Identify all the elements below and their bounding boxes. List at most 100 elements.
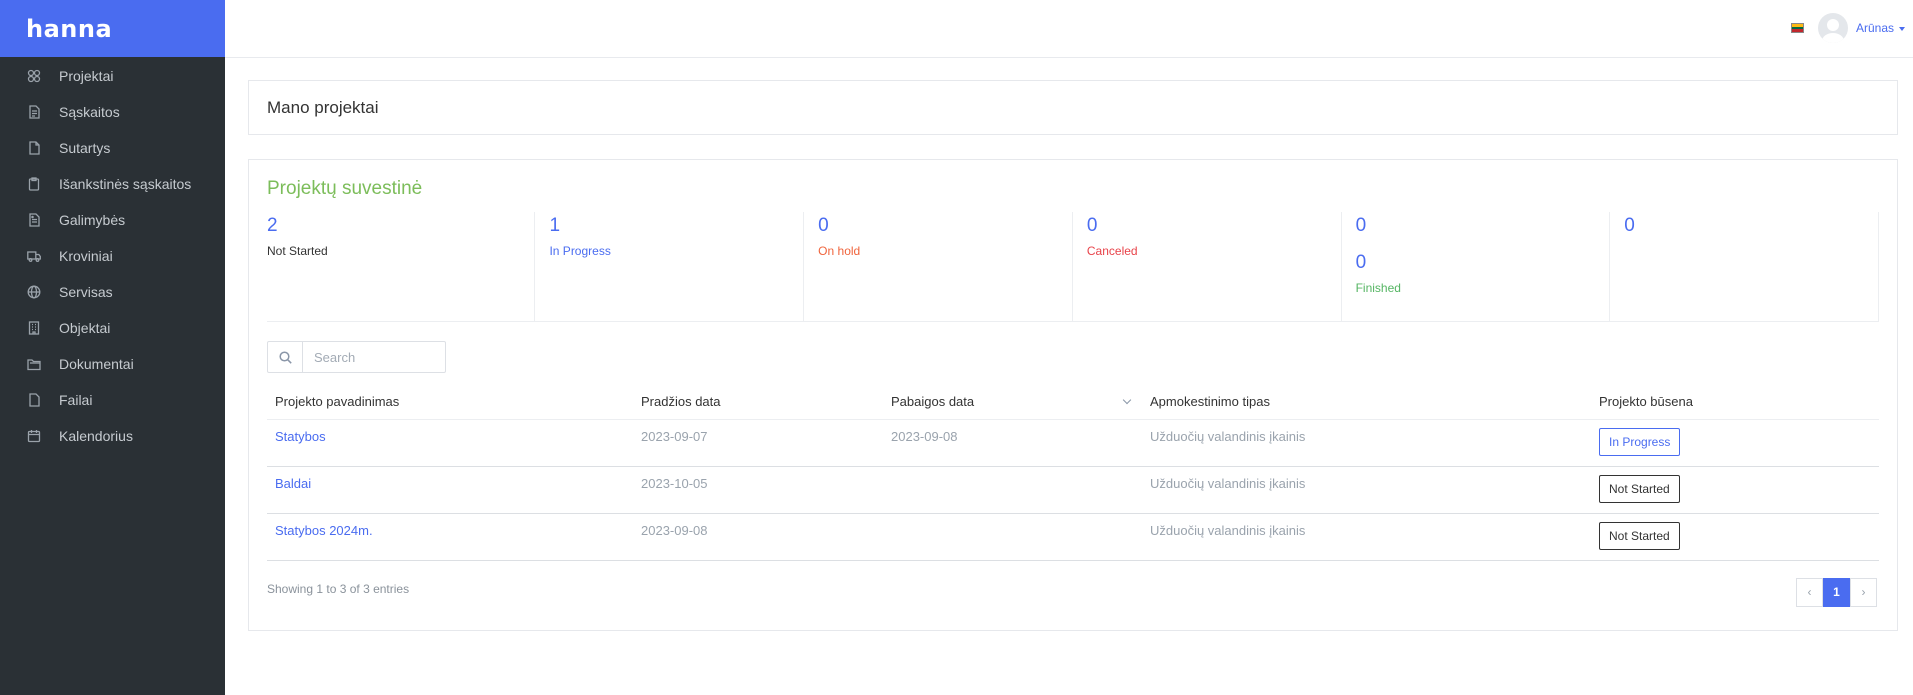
stat-label: In Progress [549, 244, 611, 258]
calendar-icon [27, 430, 41, 443]
avatar[interactable] [1817, 13, 1848, 43]
stat-label: On hold [818, 244, 861, 258]
page-title-card: Mano projektai [248, 80, 1898, 135]
contract-icon [29, 141, 40, 155]
sidebar: hanna Projektai Sąskaitos Sutartys Išank… [0, 0, 225, 695]
projects-icon [27, 69, 41, 83]
stat-label: Canceled [1086, 244, 1138, 258]
sidebar-item-projektai[interactable]: Projektai [0, 58, 225, 94]
sidebar-item-sutartys[interactable]: Sutartys [0, 130, 225, 166]
billing-type-cell: Užduočių valandinis įkainis [1142, 466, 1591, 514]
stat-value: 0 [1355, 215, 1367, 236]
table-row: Statybos 2024m. 2023-09-08 Užduočių vala… [267, 513, 1879, 561]
status-stats: 2 Not Started 1 In Progress 0 On hold 0 … [267, 212, 1879, 322]
column-header-status[interactable]: Projekto būsena [1591, 385, 1879, 420]
pagination-page-button[interactable]: 1 [1823, 577, 1850, 607]
search-input[interactable] [303, 349, 443, 365]
sidebar-item-label: Objektai [59, 320, 111, 336]
sidebar-item-saskaitos[interactable]: Sąskaitos [0, 94, 225, 130]
stat-value: 0 [1624, 215, 1635, 236]
table-row: Statybos 2023-09-07 2023-09-08 Užduočių … [267, 419, 1879, 467]
sort-icon[interactable] [1122, 395, 1132, 405]
column-header-billing-type[interactable]: Apmokestinimo tipas [1142, 385, 1591, 420]
status-badge[interactable]: In Progress [1599, 427, 1681, 456]
column-header-name[interactable]: Projekto pavadinimas [267, 385, 633, 420]
truck-icon [27, 251, 41, 262]
sidebar-item-label: Failai [59, 392, 93, 408]
topbar: Arūnas [225, 0, 1913, 58]
stat-in-progress[interactable]: 1 In Progress [535, 212, 805, 321]
logo-bar: hanna [0, 0, 225, 57]
sidebar-item-label: Kroviniai [59, 248, 113, 264]
chevron-down-icon[interactable] [1899, 27, 1905, 31]
sidebar-item-label: Išankstinės sąskaitos [59, 176, 192, 192]
billing-type-cell: Užduočių valandinis įkainis [1142, 419, 1591, 467]
projects-table: Projekto pavadinimas Pradžios data Pabai… [267, 385, 1879, 561]
status-cell: Not Started [1591, 513, 1879, 561]
page-title: Mano projektai [267, 97, 379, 117]
projects-summary-card: Projektų suvestinė 2 Not Started 1 In Pr… [248, 159, 1898, 631]
stat-value: 0 [1086, 215, 1098, 236]
entries-info: Showing 1 to 3 of 3 entries [267, 581, 410, 596]
building-icon [28, 321, 40, 335]
globe-icon [27, 285, 41, 299]
end-date-cell [883, 466, 1142, 514]
app-logo[interactable]: hanna [26, 15, 112, 43]
sidebar-item-label: Sutartys [59, 140, 111, 156]
start-date-cell: 2023-09-08 [633, 513, 883, 561]
stat-not-started[interactable]: 2 Not Started [267, 212, 536, 321]
user-menu-toggle[interactable]: Arūnas [1856, 21, 1894, 35]
stat-other[interactable]: 0 [1610, 212, 1879, 321]
column-header-start-date[interactable]: Pradžios data [633, 385, 883, 420]
search-icon [268, 342, 303, 372]
sidebar-item-dokumentai[interactable]: Dokumentai [0, 346, 225, 382]
sidebar-item-kroviniai[interactable]: Kroviniai [0, 238, 225, 274]
table-row: Baldai 2023-10-05 Užduočių valandinis įk… [267, 466, 1879, 514]
status-cell: Not Started [1591, 466, 1879, 514]
end-date-cell [883, 513, 1142, 561]
sidebar-nav: Projektai Sąskaitos Sutartys Išankstinės… [0, 57, 225, 454]
file-icon [29, 393, 40, 407]
stat-value: 1 [549, 215, 561, 236]
project-name-link[interactable]: Baldai [267, 466, 633, 514]
stat-finished[interactable]: 0 0 Finished [1342, 212, 1611, 321]
stat-value: 0 [818, 215, 829, 236]
stat-on-hold[interactable]: 0 On hold [804, 212, 1073, 321]
folder-icon [27, 359, 41, 371]
search-box [267, 341, 446, 373]
summary-title: Projektų suvestinė [267, 178, 423, 199]
status-cell: In Progress [1591, 419, 1879, 467]
stat-label: Finished [1355, 281, 1401, 295]
end-date-cell: 2023-09-08 [883, 419, 1142, 467]
sidebar-item-failai[interactable]: Failai [0, 382, 225, 418]
table-header-row: Projekto pavadinimas Pradžios data Pabai… [267, 385, 1879, 420]
stat-value-secondary: 0 [1355, 252, 1367, 273]
billing-type-cell: Užduočių valandinis įkainis [1142, 513, 1591, 561]
stat-value: 2 [267, 215, 278, 236]
sidebar-item-label: Servisas [59, 284, 113, 300]
pagination-prev-button[interactable]: ‹ [1796, 577, 1823, 607]
start-date-cell: 2023-09-07 [633, 419, 883, 467]
pagination-next-button[interactable]: › [1850, 577, 1877, 607]
sidebar-item-label: Sąskaitos [59, 104, 120, 120]
pagination: ‹ 1 › [1796, 577, 1877, 607]
sidebar-item-label: Dokumentai [59, 356, 134, 372]
language-flag-icon[interactable] [1790, 23, 1804, 33]
status-badge[interactable]: Not Started [1599, 474, 1680, 503]
sidebar-item-kalendorius[interactable]: Kalendorius [0, 418, 225, 454]
stat-canceled[interactable]: 0 Canceled [1073, 212, 1342, 321]
clipboard-icon [28, 177, 40, 191]
user-area: Arūnas [1790, 13, 1905, 43]
status-badge[interactable]: Not Started [1599, 521, 1680, 550]
sidebar-item-galimybes[interactable]: Galimybės [0, 202, 225, 238]
sidebar-item-servisas[interactable]: Servisas [0, 274, 225, 310]
column-header-end-date[interactable]: Pabaigos data [883, 385, 1142, 420]
project-name-link[interactable]: Statybos [267, 419, 633, 467]
sidebar-item-isankstines-saskaitos[interactable]: Išankstinės sąskaitos [0, 166, 225, 202]
project-name-link[interactable]: Statybos 2024m. [267, 513, 633, 561]
sidebar-item-objektai[interactable]: Objektai [0, 310, 225, 346]
start-date-cell: 2023-10-05 [633, 466, 883, 514]
sidebar-item-label: Projektai [59, 68, 114, 84]
column-header-label: Pabaigos data [891, 394, 975, 410]
invoice-icon [29, 105, 40, 119]
